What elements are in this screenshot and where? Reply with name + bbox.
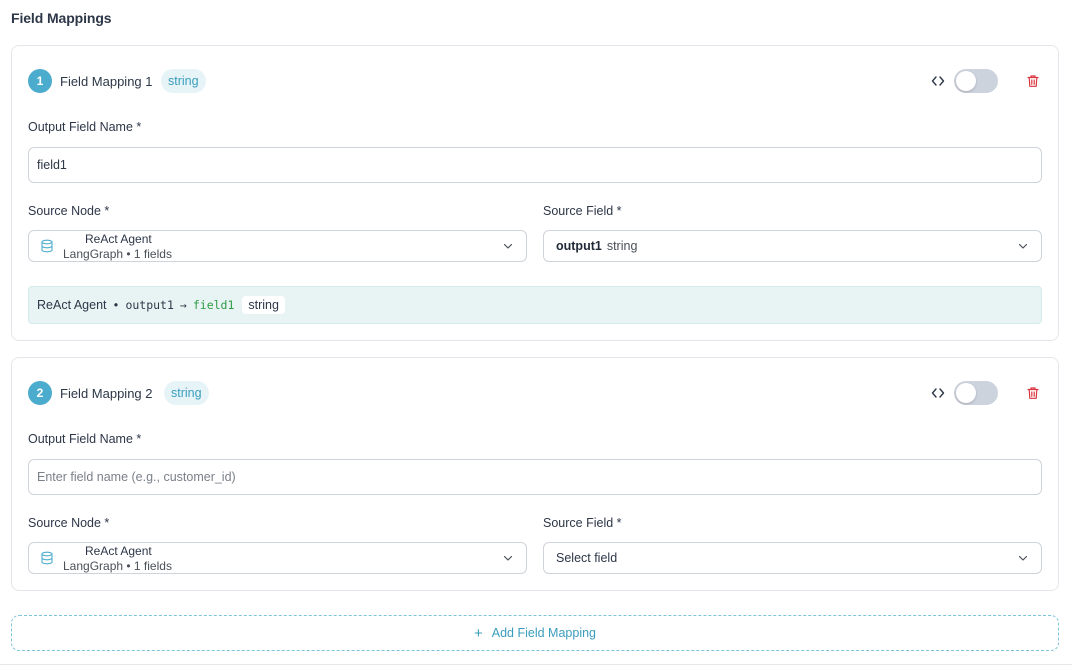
field-mapping-card-2: 2 Field Mapping 2 string Output Field Na…	[11, 357, 1059, 591]
toggle-knob	[956, 383, 976, 403]
preview-output: output1	[125, 298, 174, 312]
plus-icon: +	[474, 624, 483, 642]
source-field-label: Source Field *	[543, 516, 622, 530]
divider	[0, 664, 1072, 665]
mapping-preview: ReAct Agent • output1 → field1 string	[28, 286, 1042, 324]
trash-icon[interactable]	[1024, 72, 1042, 90]
type-badge: string	[164, 381, 209, 405]
preview-target: field1	[192, 298, 235, 312]
output-field-label: Output Field Name *	[28, 120, 142, 134]
field-mapping-header: 2 Field Mapping 2 string	[28, 381, 1042, 405]
mapping-number-badge: 1	[28, 69, 52, 93]
output-field-input[interactable]: field1	[28, 147, 1042, 183]
preview-bullet: •	[112, 298, 120, 312]
source-node-select[interactable]: ReAct Agent LangGraph • 1 fields	[28, 230, 527, 262]
source-node-label: Source Node *	[28, 516, 110, 530]
source-field-type: string	[606, 239, 638, 253]
chevron-down-icon	[1018, 243, 1028, 249]
source-node-name: ReAct Agent	[85, 544, 152, 558]
mapping-title: Field Mapping 2	[60, 386, 153, 401]
preview-node: ReAct Agent	[37, 298, 107, 312]
source-field-label: Source Field *	[543, 204, 622, 218]
add-field-mapping-label: Add Field Mapping	[491, 626, 596, 640]
source-field-value: output1 string	[556, 239, 637, 253]
code-mode-toggle[interactable]	[954, 381, 998, 405]
output-field-label: Output Field Name *	[28, 432, 142, 446]
source-node-name: ReAct Agent	[85, 232, 152, 246]
code-mode-toggle[interactable]	[954, 69, 998, 93]
field-mapping-header: 1 Field Mapping 1 string	[28, 69, 1042, 93]
chevron-down-icon	[1018, 555, 1028, 561]
database-icon	[41, 239, 53, 253]
add-field-mapping-button[interactable]: + Add Field Mapping	[11, 615, 1059, 651]
source-node-label: Source Node *	[28, 204, 110, 218]
source-node-select[interactable]: ReAct Agent LangGraph • 1 fields	[28, 542, 527, 574]
chevron-down-icon	[503, 243, 513, 249]
source-field-select[interactable]: Select field	[543, 542, 1042, 574]
trash-icon[interactable]	[1024, 384, 1042, 402]
source-field-placeholder: Select field	[556, 551, 618, 565]
database-icon	[41, 551, 53, 565]
section-title: Field Mappings	[11, 10, 112, 26]
output-field-input[interactable]: Enter field name (e.g., customer_id)	[28, 459, 1042, 495]
field-mapping-card-1: 1 Field Mapping 1 string Output Field Na…	[11, 45, 1059, 341]
preview-arrow: →	[179, 298, 187, 312]
mapping-number-badge: 2	[28, 381, 52, 405]
code-icon[interactable]	[929, 72, 947, 90]
chevron-down-icon	[503, 555, 513, 561]
mapping-title: Field Mapping 1	[60, 74, 153, 89]
preview-type-badge: string	[242, 296, 285, 314]
source-node-subtitle: LangGraph • 1 fields	[63, 247, 172, 261]
source-field-select[interactable]: output1 string	[543, 230, 1042, 262]
toggle-knob	[956, 71, 976, 91]
source-node-subtitle: LangGraph • 1 fields	[63, 559, 172, 573]
type-badge: string	[161, 69, 206, 93]
source-field-name: output1	[556, 239, 602, 253]
code-icon[interactable]	[929, 384, 947, 402]
